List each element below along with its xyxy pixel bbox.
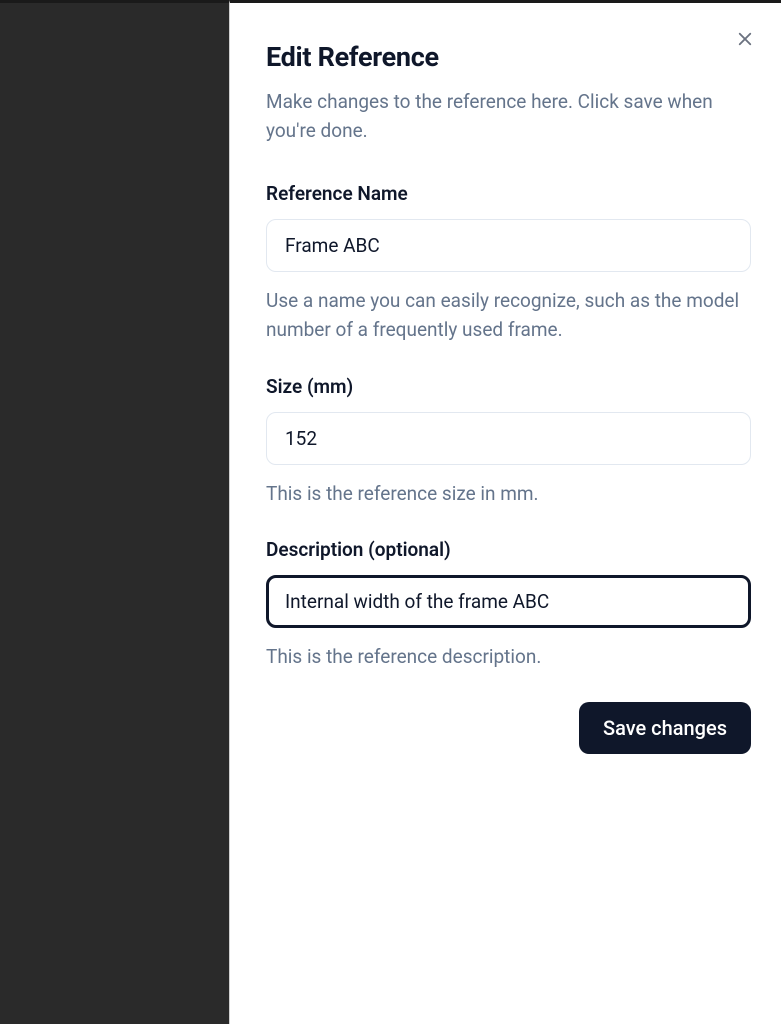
save-button[interactable]: Save changes	[579, 702, 751, 754]
description-label: Description (optional)	[266, 538, 751, 561]
reference-name-group: Reference Name Use a name you can easily…	[266, 182, 751, 345]
close-icon	[736, 30, 754, 48]
reference-name-hint: Use a name you can easily recognize, suc…	[266, 286, 751, 345]
size-label: Size (mm)	[266, 375, 751, 398]
description-group: Description (optional) This is the refer…	[266, 538, 751, 671]
edit-reference-panel: Edit Reference Make changes to the refer…	[229, 0, 781, 1024]
reference-name-label: Reference Name	[266, 182, 751, 205]
sidebar-backdrop	[0, 0, 229, 1024]
description-input[interactable]	[266, 575, 751, 628]
size-group: Size (mm) This is the reference size in …	[266, 375, 751, 508]
size-input[interactable]	[266, 412, 751, 465]
button-row: Save changes	[266, 702, 751, 754]
close-button[interactable]	[733, 27, 757, 51]
dialog-title: Edit Reference	[266, 41, 751, 73]
size-hint: This is the reference size in mm.	[266, 479, 751, 508]
description-hint: This is the reference description.	[266, 642, 751, 671]
dialog-subtitle: Make changes to the reference here. Clic…	[266, 87, 751, 146]
reference-name-input[interactable]	[266, 219, 751, 272]
